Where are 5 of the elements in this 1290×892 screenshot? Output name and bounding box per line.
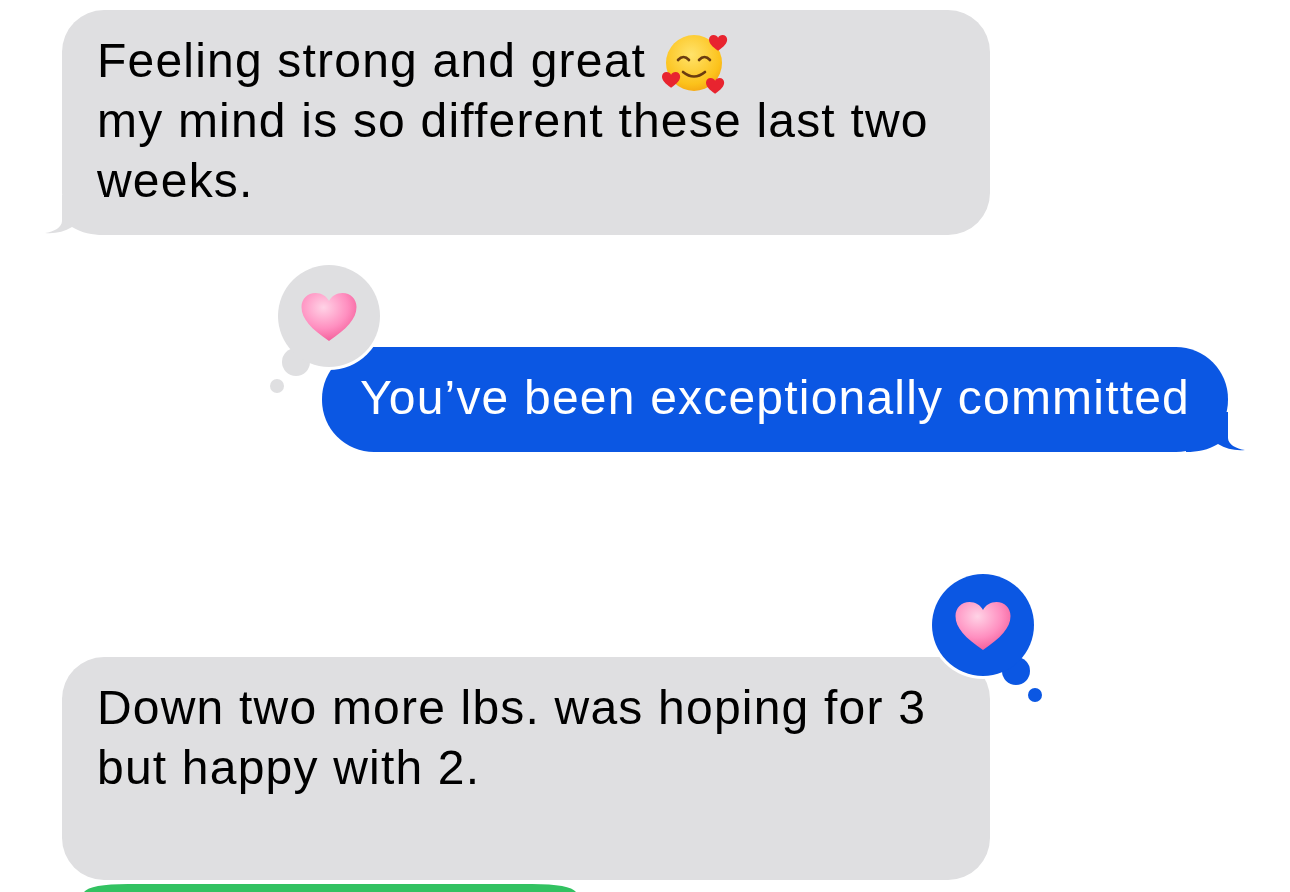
heart-reaction-icon[interactable] bbox=[929, 571, 1044, 704]
message-text: You’ve been exceptionally committed bbox=[359, 370, 1190, 426]
message-text: my mind is so different these last two weeks. bbox=[97, 93, 930, 209]
message-text: Feeling strong and great bbox=[97, 33, 647, 89]
message-text: Down two more lbs. was hoping for 3 but happy with 2. bbox=[97, 680, 928, 796]
